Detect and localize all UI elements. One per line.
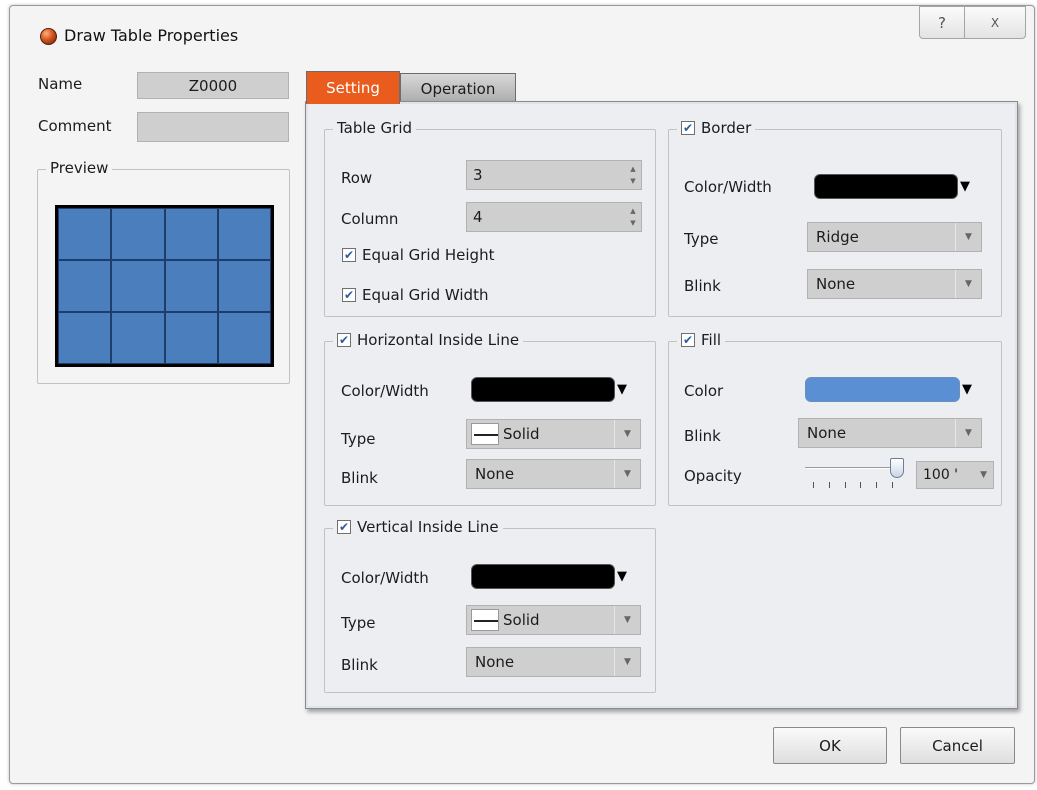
preview-cell: [217, 260, 271, 312]
preview-cell: [217, 208, 271, 260]
dropdown-arrow-icon: ▼: [980, 470, 987, 480]
slider-ticks: [813, 482, 893, 488]
close-button[interactable]: X: [964, 6, 1026, 39]
comment-label: Comment: [38, 117, 112, 135]
row-label: Row: [341, 169, 373, 187]
name-label: Name: [38, 75, 83, 93]
column-value: 4: [473, 208, 483, 226]
border-title[interactable]: ✔ Border: [677, 119, 756, 137]
title-bar: Draw Table Properties ? X: [10, 6, 1034, 54]
border-blink-label: Blink: [684, 277, 721, 295]
preview-cell: [164, 312, 218, 364]
checkmark-icon: ✔: [337, 333, 351, 347]
dropdown-arrow-icon: ▼: [614, 606, 640, 634]
color-swatch: [805, 376, 960, 402]
vline-blink-select[interactable]: None ▼: [466, 647, 641, 677]
tab-operation[interactable]: Operation: [400, 73, 516, 104]
equal-grid-height-checkbox[interactable]: ✔ Equal Grid Height: [342, 246, 494, 264]
vline-color-label: Color/Width: [341, 569, 429, 587]
horizontal-line-title[interactable]: ✔ Horizontal Inside Line: [333, 331, 524, 349]
tab-setting[interactable]: Setting: [306, 71, 400, 104]
preview-label: Preview: [46, 159, 113, 177]
preview-cell: [111, 208, 165, 260]
checkmark-icon: ✔: [342, 248, 356, 262]
dropdown-arrow-icon: ▼: [960, 178, 970, 194]
fill-color-picker[interactable]: ▼: [805, 374, 972, 404]
vline-type-label: Type: [341, 614, 376, 632]
preview-cell: [217, 312, 271, 364]
hline-color-label: Color/Width: [341, 382, 429, 400]
opacity-slider[interactable]: [805, 458, 915, 490]
opacity-select[interactable]: 100 ' ▼: [916, 461, 994, 489]
column-label: Column: [341, 210, 399, 228]
color-swatch: [814, 173, 958, 199]
vertical-line-title[interactable]: ✔ Vertical Inside Line: [333, 518, 503, 536]
preview-cell: [58, 312, 112, 364]
checkmark-icon: ✔: [681, 333, 695, 347]
equal-grid-width-checkbox[interactable]: ✔ Equal Grid Width: [342, 286, 488, 304]
dropdown-arrow-icon: ▼: [614, 648, 640, 676]
dropdown-arrow-icon: ▼: [614, 420, 640, 448]
solid-line-icon: [471, 609, 499, 631]
fill-blink-label: Blink: [684, 427, 721, 445]
preview-cell: [58, 260, 112, 312]
dropdown-arrow-icon: ▼: [617, 568, 627, 584]
dropdown-arrow-icon: ▼: [614, 460, 640, 488]
solid-line-icon: [471, 423, 499, 445]
table-grid-title: Table Grid: [333, 119, 417, 137]
cancel-button[interactable]: Cancel: [900, 727, 1015, 764]
color-swatch: [471, 563, 615, 589]
dialog-window: Draw Table Properties ? X Name Z0000 Com…: [9, 5, 1035, 784]
preview-cell: [58, 208, 112, 260]
border-type-select[interactable]: Ridge ▼: [807, 222, 982, 252]
spin-arrows-icon[interactable]: ▲ ▼: [629, 165, 637, 185]
dropdown-arrow-icon: ▼: [955, 419, 981, 447]
column-stepper[interactable]: 4 ▲ ▼: [466, 202, 642, 232]
comment-input[interactable]: [137, 112, 289, 142]
help-icon: ?: [938, 13, 946, 32]
dropdown-arrow-icon: ▼: [955, 223, 981, 251]
slider-track: [805, 467, 900, 469]
close-icon: X: [990, 15, 1000, 30]
checkmark-icon: ✔: [342, 288, 356, 302]
dropdown-arrow-icon: ▼: [962, 381, 972, 397]
preview-table: [55, 205, 274, 367]
help-button[interactable]: ?: [919, 6, 965, 39]
color-swatch: [471, 376, 615, 402]
preview-cell: [164, 260, 218, 312]
dropdown-arrow-icon: ▼: [955, 270, 981, 298]
row-value: 3: [473, 166, 483, 184]
slider-thumb[interactable]: [890, 458, 904, 478]
fill-color-label: Color: [684, 382, 724, 400]
hline-type-label: Type: [341, 430, 376, 448]
border-blink-select[interactable]: None ▼: [807, 269, 982, 299]
fill-blink-select[interactable]: None ▼: [798, 418, 982, 448]
preview-group: Preview: [37, 159, 290, 384]
preview-cell: [111, 312, 165, 364]
hline-blink-select[interactable]: None ▼: [466, 459, 641, 489]
checkmark-icon: ✔: [337, 520, 351, 534]
ok-button[interactable]: OK: [773, 727, 887, 764]
fill-title[interactable]: ✔ Fill: [677, 331, 726, 349]
row-stepper[interactable]: 3 ▲ ▼: [466, 160, 642, 190]
hline-type-select[interactable]: Solid ▼: [466, 419, 641, 449]
vline-color-picker[interactable]: ▼: [471, 561, 627, 591]
vline-blink-label: Blink: [341, 656, 378, 674]
border-color-picker[interactable]: ▼: [814, 171, 970, 201]
border-type-label: Type: [684, 230, 719, 248]
vline-type-select[interactable]: Solid ▼: [466, 605, 641, 635]
hline-blink-label: Blink: [341, 469, 378, 487]
preview-cell: [164, 208, 218, 260]
opacity-label: Opacity: [684, 467, 742, 485]
checkmark-icon: ✔: [681, 121, 695, 135]
preview-cell: [111, 260, 165, 312]
name-field[interactable]: Z0000: [137, 72, 289, 99]
border-color-label: Color/Width: [684, 178, 772, 196]
dropdown-arrow-icon: ▼: [617, 381, 627, 397]
window-title: Draw Table Properties: [64, 26, 239, 45]
app-icon: [40, 28, 57, 45]
spin-arrows-icon[interactable]: ▲ ▼: [629, 207, 637, 227]
hline-color-picker[interactable]: ▼: [471, 374, 627, 404]
